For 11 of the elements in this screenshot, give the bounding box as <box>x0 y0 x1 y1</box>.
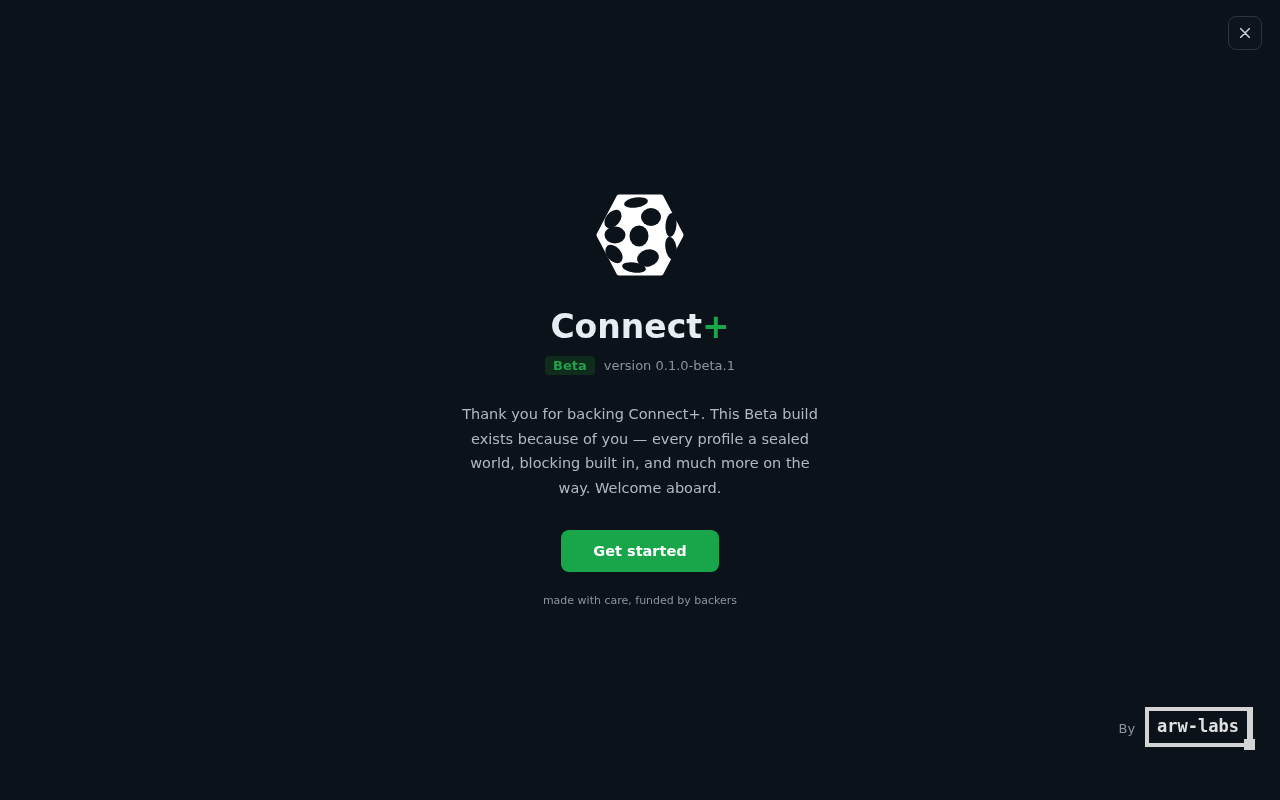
close-button[interactable] <box>1228 16 1262 50</box>
welcome-message: Thank you for backing Connect+. This Beta build exists because of you — every profile a sealed world, blocking built in, and much more on the way. Welcome aboard. <box>461 405 819 499</box>
credit-label: By <box>1118 721 1136 736</box>
brand-logo: arw-labs <box>1145 707 1255 750</box>
hexagon-logo-icon <box>596 194 684 276</box>
version-text: version 0.1.0-beta.1 <box>603 357 735 374</box>
beta-badge: Beta <box>545 356 595 375</box>
app-title: Connect+ <box>550 306 730 348</box>
footnote-text: made with care, funded by backers <box>542 593 738 608</box>
close-icon <box>1240 28 1250 38</box>
get-started-button[interactable]: Get started <box>561 529 719 572</box>
